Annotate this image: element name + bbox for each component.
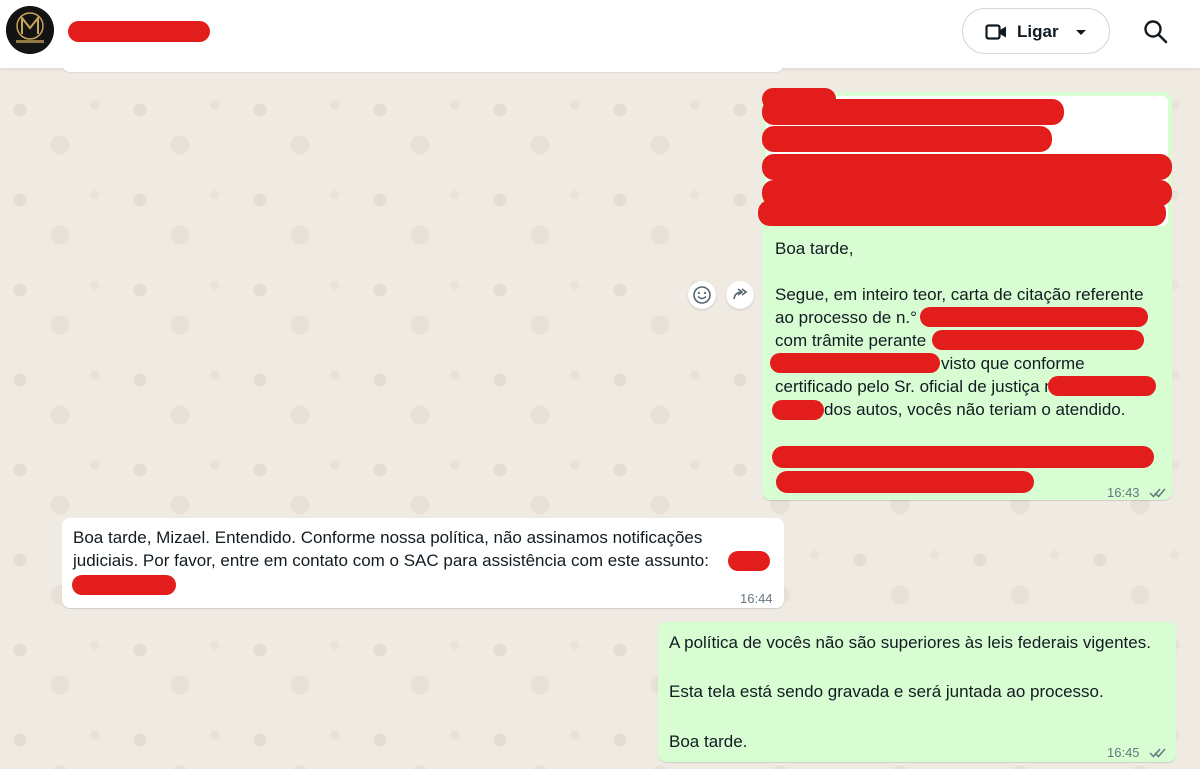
redaction xyxy=(932,330,1144,350)
chat-header: Ligar xyxy=(0,0,1200,69)
message-line: certificado pelo Sr. oficial de justiça … xyxy=(775,377,1064,396)
message-time: 16:44 xyxy=(740,591,773,606)
outgoing-message[interactable]: Boa tarde, Segue, em inteiro teor, carta… xyxy=(758,88,1172,500)
redaction xyxy=(728,551,770,571)
redaction xyxy=(762,154,1172,180)
message-line: Boa tarde. xyxy=(669,732,748,751)
call-button[interactable]: Ligar xyxy=(962,8,1110,54)
redaction xyxy=(920,307,1148,327)
video-camera-icon xyxy=(985,22,1007,47)
redaction xyxy=(1048,376,1156,396)
incoming-message[interactable]: Boa tarde, Mizael. Entendido. Conforme n… xyxy=(62,518,784,608)
message-line: judiciais. Por favor, entre em contato c… xyxy=(73,551,709,570)
message-line: com trâmite perante xyxy=(775,331,927,350)
message-line: visto que conforme xyxy=(941,354,1085,373)
read-receipt-icon xyxy=(1149,482,1167,505)
redaction xyxy=(758,200,1166,226)
redaction xyxy=(72,575,176,595)
redaction xyxy=(772,400,824,420)
previous-message-edge xyxy=(62,62,784,72)
caret-down-icon xyxy=(1074,22,1088,47)
call-button-label: Ligar xyxy=(1017,22,1059,41)
contact-name-redacted[interactable] xyxy=(68,21,210,42)
redaction xyxy=(762,126,1052,152)
message-line: Boa tarde, Mizael. Entendido. Conforme n… xyxy=(73,528,703,547)
message-line: A política de vocês não são superiores à… xyxy=(669,633,1151,652)
redaction xyxy=(776,471,1034,493)
forward-icon[interactable] xyxy=(726,281,754,309)
emoji-smile-icon[interactable] xyxy=(688,281,716,309)
message-line: Esta tela está sendo gravada e será junt… xyxy=(669,682,1104,701)
message-time: 16:45 xyxy=(1107,745,1140,760)
message-line: dos autos, vocês não teriam o atendido. xyxy=(824,400,1126,419)
redaction xyxy=(762,99,1064,125)
redaction xyxy=(770,353,940,373)
message-time: 16:43 xyxy=(1107,485,1140,500)
read-receipt-icon xyxy=(1149,742,1167,765)
search-icon[interactable] xyxy=(1142,18,1170,46)
outgoing-message[interactable]: A política de vocês não são superiores à… xyxy=(658,622,1176,762)
message-line: Boa tarde, xyxy=(775,239,854,258)
brand-logo-avatar[interactable] xyxy=(6,6,54,54)
message-line: Segue, em inteiro teor, carta de citação… xyxy=(775,285,1144,304)
message-line: ao processo de n.° xyxy=(775,308,917,327)
redaction xyxy=(772,446,1154,468)
